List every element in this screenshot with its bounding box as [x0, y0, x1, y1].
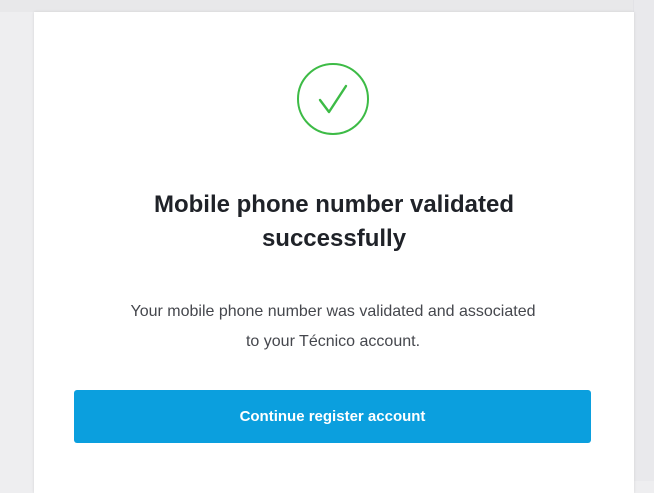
message-line-1: Your mobile phone number was validated a… — [130, 303, 536, 320]
confirmation-message: Your mobile phone number was validated a… — [64, 297, 602, 357]
continue-register-account-button[interactable]: Continue register account — [74, 390, 591, 443]
scrollbar-track[interactable] — [633, 0, 654, 481]
title-line-2: successfully — [261, 225, 407, 252]
check-circle-icon — [296, 62, 370, 136]
top-background-band — [0, 0, 654, 12]
title-line-1: Mobile phone number validated — [153, 191, 515, 218]
message-line-2: to your Técnico account. — [245, 333, 421, 350]
page-title: Mobile phone number validated successful… — [34, 188, 634, 256]
